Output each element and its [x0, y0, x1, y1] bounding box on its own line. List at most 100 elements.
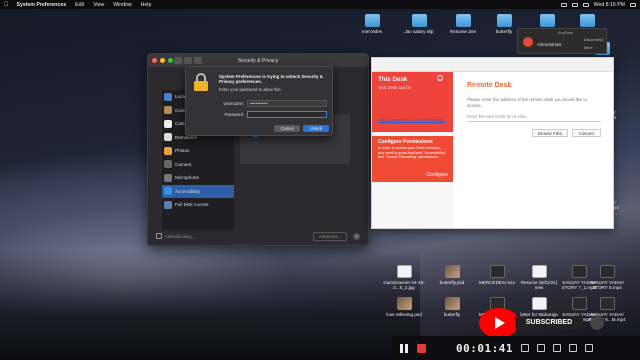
remote-desk-description: Please enter the address of the remote d…	[467, 97, 588, 108]
folder-icon	[579, 14, 595, 27]
desktop-icon[interactable]	[564, 14, 610, 29]
photo-icon	[396, 297, 412, 310]
doc-icon	[396, 265, 412, 278]
avatar	[523, 37, 533, 47]
folder-icon	[455, 14, 471, 27]
pause-button[interactable]	[400, 343, 409, 353]
desktop-icon[interactable]: SANJAY YADAV STORY 5.mp4	[584, 265, 630, 291]
menu-window[interactable]: Window	[113, 2, 131, 8]
contacts-icon	[164, 106, 172, 115]
anydesk-toolbar	[372, 58, 613, 72]
desktop-icon-label: butterfly	[443, 312, 461, 317]
privacy-item-microphone[interactable]: Microphone	[162, 171, 234, 185]
desktop-icon-label: CamScanner 04-16-2...5_2.jpg	[383, 280, 425, 291]
your-desk-text: Your Desk can be	[378, 85, 411, 90]
desktop-icon-label: love relieving.psd	[386, 312, 422, 317]
privacy-item-full-disk-access[interactable]: Full Disk Access	[162, 198, 234, 212]
lock-status: Authenticating...	[165, 233, 196, 239]
padlock-icon	[194, 73, 208, 91]
cancel-button[interactable]: Cancel	[274, 125, 300, 132]
menu-clock[interactable]: Wed 8:16 PM	[594, 2, 625, 8]
bell-icon	[590, 316, 604, 330]
close-button[interactable]	[152, 58, 157, 63]
info-icon[interactable]: i	[437, 75, 443, 81]
help-button[interactable]: ?	[353, 232, 360, 240]
anydesk-sidebar: This Desk Your Desk can be i Set passwor…	[372, 72, 453, 228]
forward-button[interactable]	[184, 57, 192, 64]
menu-app-name[interactable]: System Preferences	[17, 2, 67, 8]
auth-message: System Preferences is trying to unlock S…	[219, 74, 323, 85]
shapes-icon[interactable]	[536, 344, 545, 352]
desktop-icon-label: mercedes	[361, 29, 383, 34]
play-icon	[495, 317, 505, 329]
disconnect-button[interactable]: Disconnect	[584, 38, 603, 42]
edit-icon[interactable]	[568, 344, 577, 352]
menu-edit[interactable]: Edit	[75, 2, 84, 8]
folder-icon	[539, 14, 555, 27]
microphone-icon	[164, 173, 172, 182]
desktop-icon[interactable]: mercedes	[349, 14, 395, 34]
wifi-icon[interactable]	[571, 2, 578, 7]
permissions-text: In order to access your Desk remotely, y…	[378, 146, 447, 160]
location-icon	[164, 92, 172, 101]
desktop-icon-label: MERCEDES.m4v	[479, 280, 515, 285]
remote-desk-input[interactable]: Enter Remote Desk ID or Alias	[467, 114, 601, 122]
desktop-icon[interactable]: CamScanner 04-16-2...5_2.jpg	[381, 265, 427, 291]
folder-icon	[496, 14, 512, 27]
movie-icon	[599, 297, 615, 310]
screen-record-icon[interactable]	[560, 2, 567, 7]
more-icon[interactable]	[584, 344, 593, 352]
auth-subtext: Enter your password to allow this.	[219, 87, 282, 92]
back-button[interactable]	[174, 57, 182, 64]
username-label: Username:	[223, 101, 244, 106]
youtube-logo	[479, 308, 519, 338]
connect-button[interactable]: Connect	[572, 129, 601, 137]
set-password-link[interactable]: Set password for unattended access...	[378, 117, 448, 122]
window-title: Security & Privacy	[237, 57, 279, 64]
movie-icon	[489, 265, 505, 278]
desktop-icon[interactable]: butterfly.psd	[429, 265, 475, 285]
desktop-icon[interactable]: MERCEDES.m4v	[474, 265, 520, 285]
anydesk-window: This Desk Your Desk can be i Set passwor…	[371, 57, 614, 229]
folder-icon	[411, 14, 427, 27]
reminders-icon	[164, 133, 172, 142]
battery-icon[interactable]	[582, 2, 589, 7]
doc-icon	[531, 265, 547, 278]
zoom-button[interactable]	[168, 58, 173, 63]
configure-link[interactable]: Configure	[426, 172, 448, 178]
browse-files-button[interactable]: Browse Files	[532, 129, 568, 137]
advanced-button[interactable]: Advanced...	[312, 231, 347, 241]
menu-bar:  System Preferences Edit View Window He…	[0, 0, 640, 9]
lock-icon[interactable]	[156, 233, 162, 239]
menu-view[interactable]: View	[93, 2, 104, 8]
password-field[interactable]	[247, 111, 327, 118]
camera-icon[interactable]	[552, 344, 561, 352]
privacy-item-photos[interactable]: Photos	[162, 144, 234, 158]
photos-icon	[164, 146, 172, 155]
show-all-button[interactable]	[194, 57, 202, 64]
recording-timer: 00:01:41	[456, 341, 513, 355]
desktop-icon[interactable]: love relieving.psd	[381, 297, 427, 317]
privacy-item-accessibility[interactable]: Accessibility	[162, 184, 234, 198]
calendar-icon	[164, 119, 172, 128]
apple-icon[interactable]: 	[4, 2, 9, 8]
configure-permissions-panel: Configure Permissions In order to access…	[372, 136, 453, 182]
accessibility-icon	[164, 187, 172, 196]
desktop-icon[interactable]: butterfly	[429, 297, 475, 317]
username-field[interactable]: ••••••••••••	[247, 100, 327, 107]
search-icon[interactable]	[630, 2, 636, 7]
session-user: Administrator	[537, 42, 562, 47]
permissions-title: Configure Permissions	[378, 139, 433, 145]
desktop-icon[interactable]: Resume Zee	[440, 14, 486, 34]
more-button[interactable]: More	[584, 46, 593, 50]
pen-icon[interactable]	[520, 344, 529, 352]
auth-dialog: System Preferences is trying to unlock S…	[185, 66, 333, 136]
menu-help[interactable]: Help	[141, 2, 152, 8]
privacy-item-camera[interactable]: Camera	[162, 158, 234, 172]
unlock-button[interactable]: Unlock	[303, 125, 329, 132]
minimize-button[interactable]	[160, 58, 165, 63]
doc-icon	[531, 297, 547, 310]
subscribed-badge: SUBSCRIBED	[515, 317, 583, 329]
stop-button[interactable]	[417, 343, 426, 353]
desktop-icon[interactable]: Jan salary slip	[396, 14, 442, 34]
